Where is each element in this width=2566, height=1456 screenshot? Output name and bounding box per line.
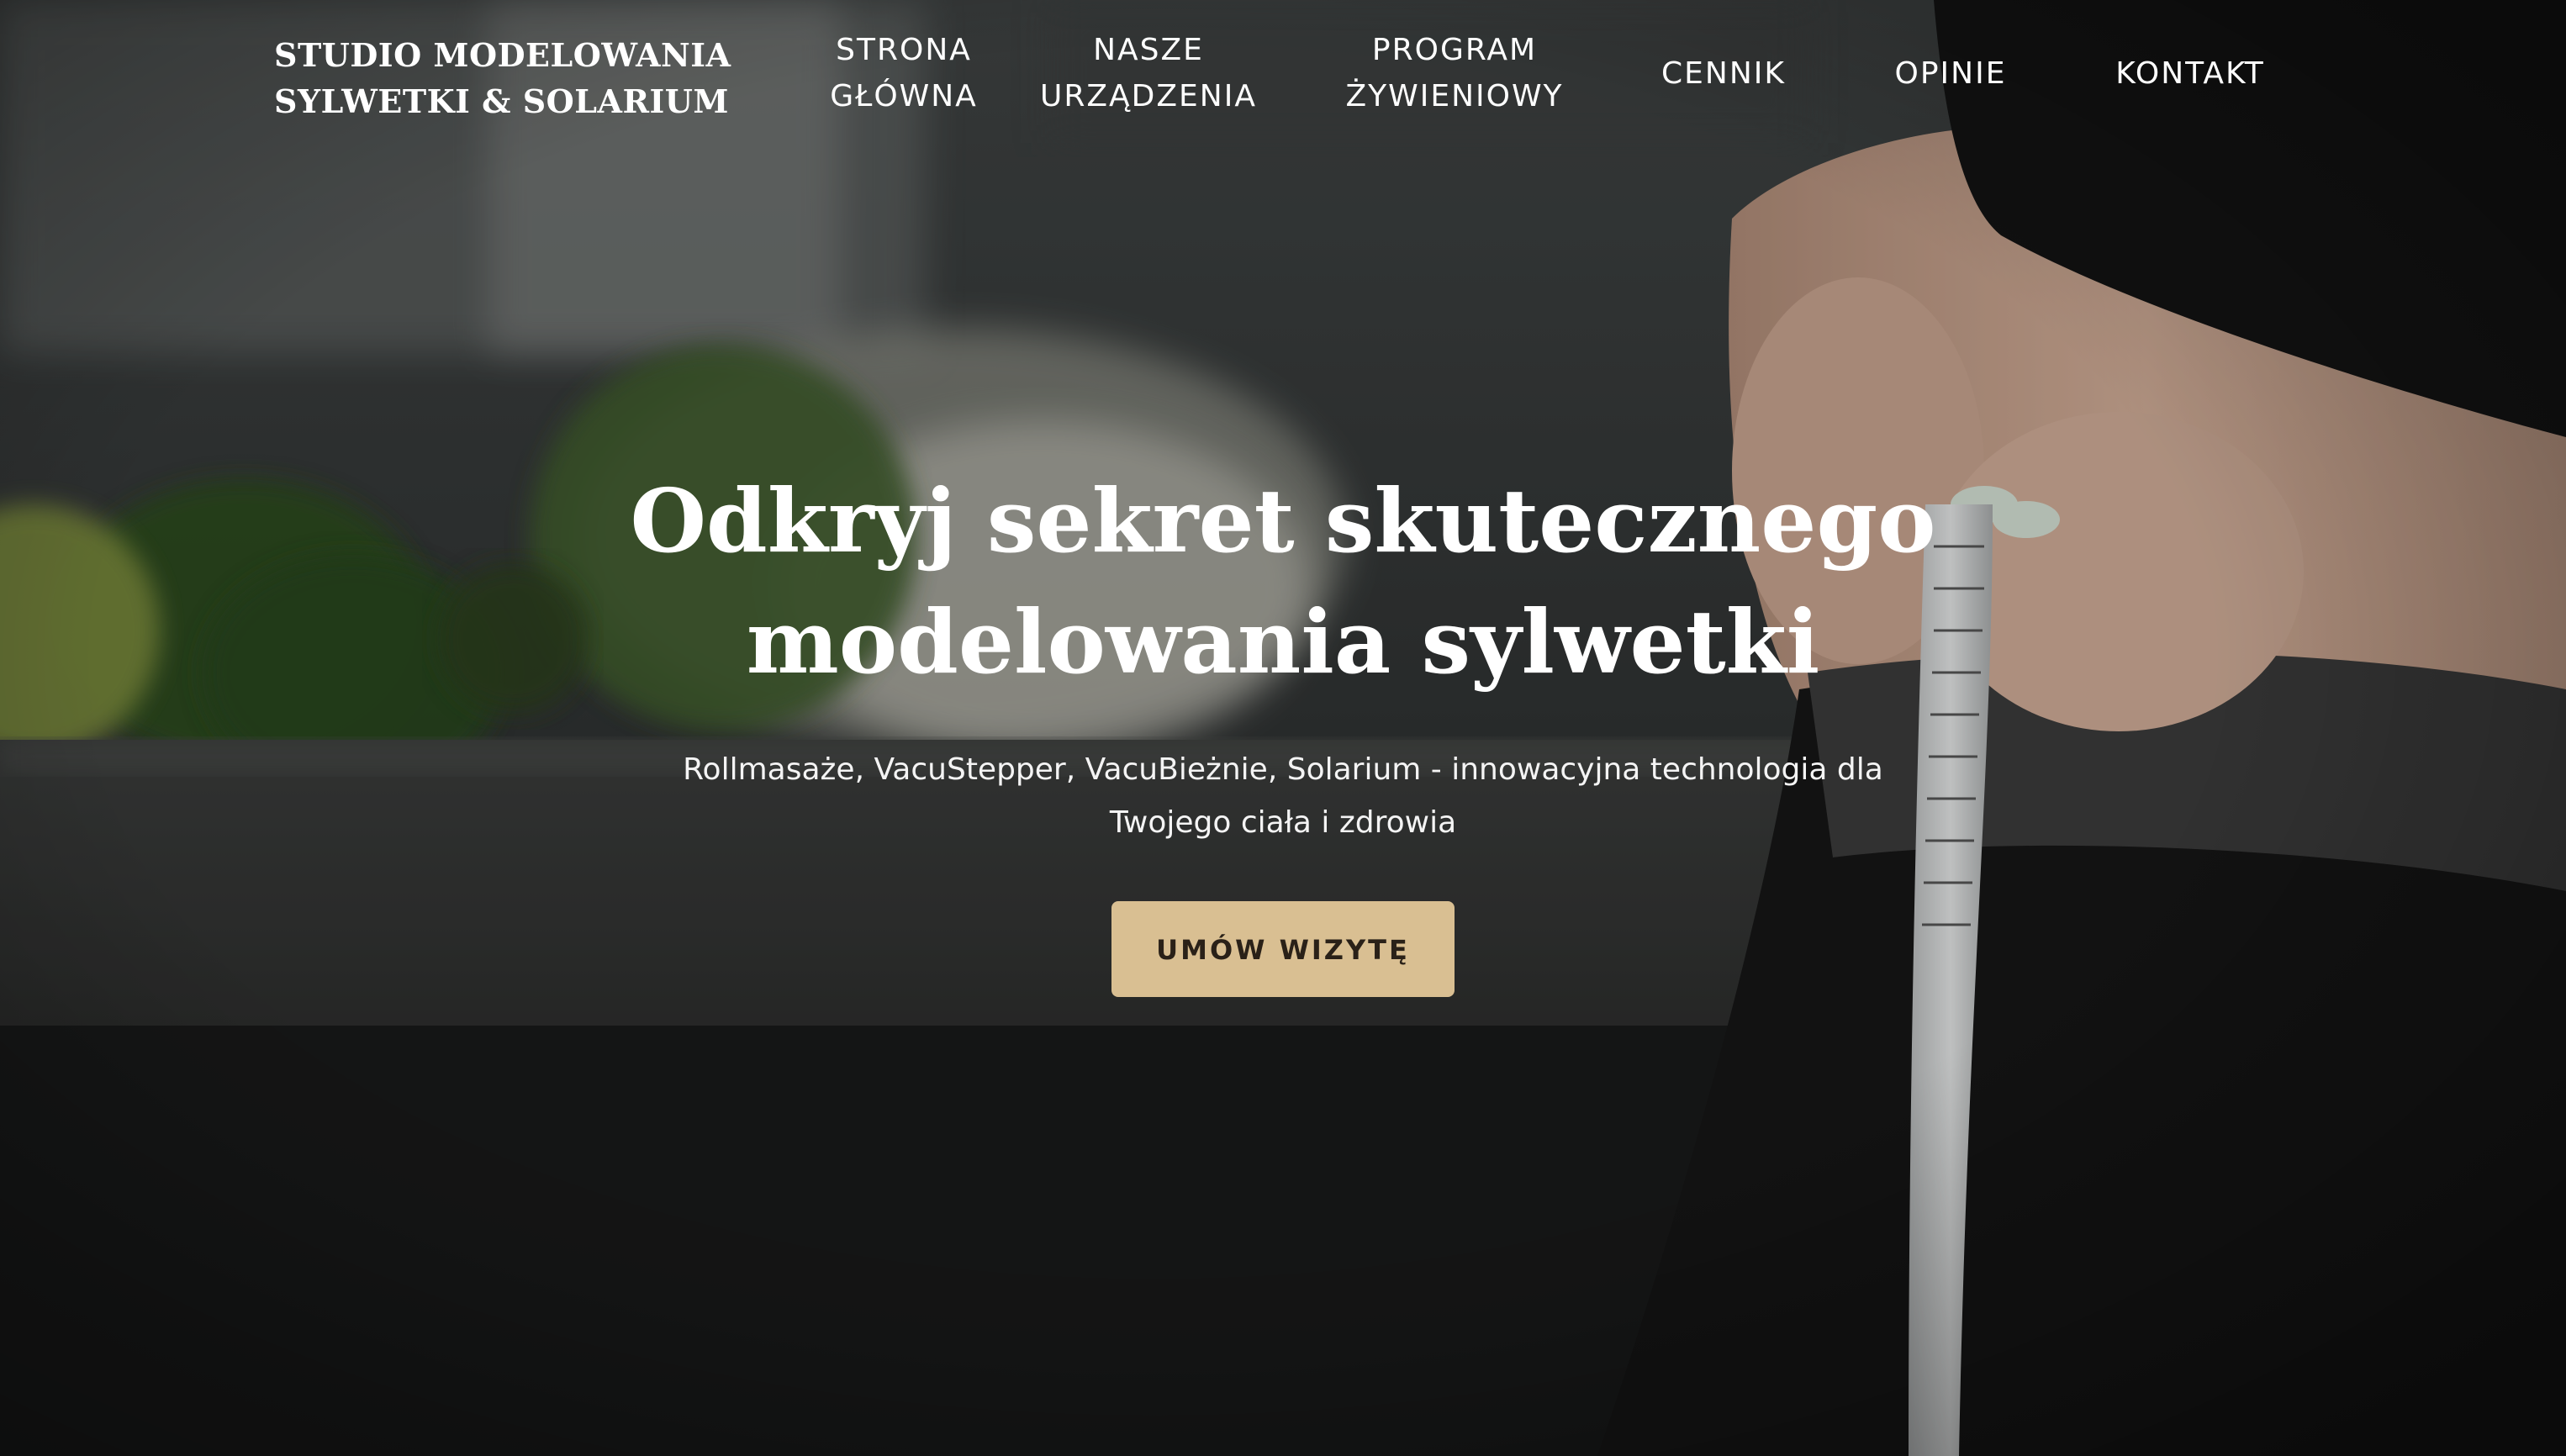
nav-item-home[interactable]: STRONA GŁÓWNA bbox=[807, 27, 1001, 119]
nav-label-line: GŁÓWNA bbox=[830, 79, 978, 113]
hero-section: STUDIO MODELOWANIA SYLWETKI & SOLARIUM S… bbox=[0, 0, 2566, 1456]
brand-line-2: SYLWETKI & SOLARIUM bbox=[274, 82, 729, 120]
nav-label-line: NASZE bbox=[1093, 33, 1204, 67]
hero-headline: Odkryj sekret skutecznego modelowania sy… bbox=[546, 461, 2020, 703]
book-visit-button[interactable]: UMÓW WIZYTĘ bbox=[1111, 901, 1455, 997]
subtitle-line-2: Twojego ciała i zdrowia bbox=[1109, 805, 1457, 840]
nav-label-line: CENNIK bbox=[1661, 56, 1786, 91]
nav-item-pricing[interactable]: CENNIK bbox=[1650, 50, 1798, 97]
subtitle-line-1: Rollmasaże, VacuStepper, VacuBieżnie, So… bbox=[683, 752, 1883, 787]
nav-item-devices[interactable]: NASZE URZĄDZENIA bbox=[1031, 27, 1266, 119]
hero-subtitle: Rollmasaże, VacuStepper, VacuBieżnie, So… bbox=[622, 743, 1944, 849]
nav-label-line: ŻYWIENIOWY bbox=[1345, 79, 1564, 113]
brand-logo[interactable]: STUDIO MODELOWANIA SYLWETKI & SOLARIUM bbox=[274, 32, 745, 124]
nav-label-line: STRONA bbox=[836, 33, 972, 67]
nav-label-line: OPINIE bbox=[1894, 56, 2007, 91]
nav-label-line: URZĄDZENIA bbox=[1040, 79, 1257, 113]
hero-overlay bbox=[0, 0, 2566, 1456]
nav-item-contact[interactable]: KONTAKT bbox=[2093, 50, 2287, 97]
headline-line-1: Odkryj sekret skutecznego bbox=[630, 469, 1936, 572]
headline-line-2: modelowania sylwetki bbox=[746, 590, 1820, 694]
brand-line-1: STUDIO MODELOWANIA bbox=[274, 36, 731, 74]
nav-label-line: KONTAKT bbox=[2115, 56, 2265, 91]
nav-item-reviews[interactable]: OPINIE bbox=[1883, 50, 2018, 97]
nav-label-line: PROGRAM bbox=[1371, 33, 1538, 67]
nav-item-nutrition-program[interactable]: PROGRAM ŻYWIENIOWY bbox=[1328, 27, 1581, 119]
